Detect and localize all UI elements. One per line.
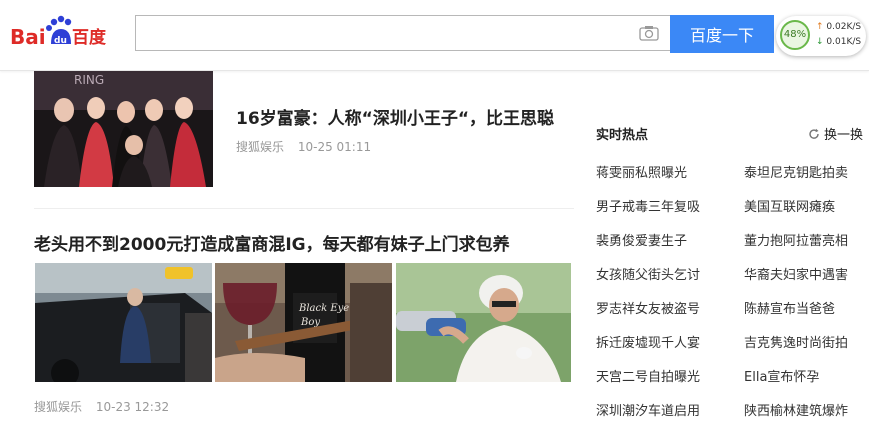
hot-topic-link[interactable]: Ella宣布怀孕 [744,366,819,385]
upload-arrow-icon: ↑ [816,22,824,32]
hot-topic-link[interactable]: 天宫二号自拍曝光 [596,366,700,385]
network-usage-percent: 48% [780,20,810,50]
news-time: 10-25 01:11 [297,140,372,154]
hot-topic-link[interactable]: 深圳潮汐车道启用 [596,400,700,419]
top-bar: Bai du 百度 百度一下 48% ↑ 0.02K/S ↓ 0.01K/S [0,0,869,71]
download-speed-row: ↓ 0.01K/S [816,37,861,47]
camera-icon[interactable] [639,25,659,41]
hot-topic-link[interactable]: 华裔夫妇家中遇害 [744,264,848,283]
upload-speed-row: ↑ 0.02K/S [816,22,861,32]
hot-topic-link[interactable]: 罗志祥女友被盗号 [596,298,700,317]
svg-text:RING: RING [74,73,104,87]
news-source[interactable]: 搜狐娱乐 [34,400,82,414]
news-thumbnail-party-photo[interactable]: RING [34,70,213,187]
refresh-label: 换一换 [824,128,864,143]
hot-topic-link[interactable]: 裴勇俊爱妻生子 [596,230,687,249]
svg-text:Black Eye: Black Eye [298,303,349,314]
search-button[interactable]: 百度一下 [670,15,774,53]
news-meta: 搜狐娱乐 10-25 01:11 [236,138,371,155]
hot-topic-link[interactable]: 泰坦尼克钥匙拍卖 [744,162,848,181]
news-title[interactable]: 老头用不到2000元打造成富商混IG，每天都有妹子上门求包养 [34,230,510,255]
refresh-button[interactable]: 换一换 [808,124,863,143]
svg-text:du: du [54,36,67,46]
feed-divider [34,208,574,209]
download-arrow-icon: ↓ [816,37,824,47]
hot-topic-link[interactable]: 美国互联网瘫痪 [744,196,835,215]
hot-topic-link[interactable]: 女孩随父街头乞讨 [596,264,700,283]
hot-topic-link[interactable]: 男子戒毒三年复吸 [596,196,700,215]
hot-topic-link[interactable]: 蒋雯丽私照曝光 [596,162,687,181]
baidu-logo[interactable]: Bai du 百度 [10,14,110,50]
search-input[interactable] [135,15,670,51]
news-meta: 搜狐娱乐 10-23 12:32 [34,398,169,415]
download-speed: 0.01K/S [826,37,862,47]
network-speed-widget[interactable]: 48% ↑ 0.02K/S ↓ 0.01K/S [776,16,866,56]
hot-topic-link[interactable]: 拆迁废墟现千人宴 [596,332,700,351]
hot-topic-link[interactable]: 吉克隽逸时尚街拍 [744,332,848,351]
search-bar: 百度一下 [135,15,774,53]
upload-speed: 0.02K/S [826,22,862,32]
refresh-icon [809,128,819,139]
news-image-old-man[interactable] [396,263,571,382]
news-source[interactable]: 搜狐娱乐 [236,140,284,154]
svg-text:百度: 百度 [72,27,107,48]
hot-topics-title: 实时热点 [596,128,649,143]
news-image-wine-bottle[interactable]: Black Eye Boy [215,263,392,382]
svg-text:Boy: Boy [300,317,320,328]
hot-topic-link[interactable]: 陈赫宣布当爸爸 [744,298,835,317]
news-title[interactable]: 16岁富豪：人称“深圳小王子“，比王思聪 [236,104,554,129]
hot-topic-link[interactable]: 董力抱阿拉蕾亮相 [744,230,848,249]
hot-topic-link[interactable]: 陕西榆林建筑爆炸 [744,400,848,419]
news-time: 10-23 12:32 [95,400,170,414]
news-image-car[interactable] [35,263,212,382]
svg-text:Bai: Bai [10,25,46,49]
